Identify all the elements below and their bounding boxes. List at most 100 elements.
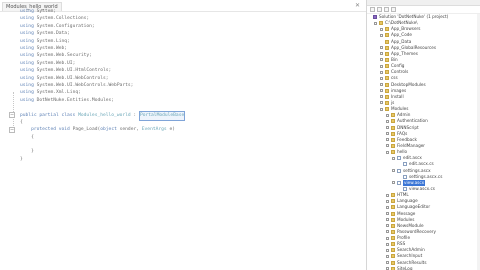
code-line[interactable]: } — [20, 156, 360, 163]
expand-icon[interactable] — [386, 205, 389, 209]
code-token: using — [20, 38, 34, 44]
folder-icon — [385, 27, 389, 32]
expand-icon[interactable] — [386, 218, 389, 222]
expand-icon[interactable] — [386, 138, 389, 142]
code-token: using — [20, 16, 34, 22]
collapse-toggle-icon[interactable]: − — [9, 112, 15, 119]
file-icon — [397, 156, 401, 161]
code-line[interactable]: using System.Linq; — [20, 38, 360, 45]
expand-icon[interactable] — [392, 181, 395, 185]
expand-icon[interactable] — [386, 144, 389, 148]
code-line[interactable]: using System.Data; — [20, 30, 360, 37]
expand-icon[interactable] — [386, 248, 389, 252]
code-line[interactable]: using System; — [20, 8, 360, 15]
expand-icon[interactable] — [386, 119, 389, 123]
code-line[interactable]: using System.Collections; — [20, 15, 360, 22]
refresh-icon[interactable] — [384, 7, 389, 12]
file-icon — [403, 174, 407, 179]
expand-icon[interactable] — [386, 150, 389, 154]
show-all-files-icon[interactable] — [377, 7, 382, 12]
code-token: EventArgs — [141, 127, 167, 133]
code-token: using — [20, 53, 34, 59]
folder-icon — [391, 260, 395, 265]
code-token: { — [31, 134, 34, 140]
expand-icon[interactable] — [386, 254, 389, 258]
code-line[interactable]: using System.Web; — [20, 45, 360, 52]
expand-icon[interactable] — [386, 212, 389, 215]
folder-icon — [391, 199, 395, 204]
code-token: using — [20, 68, 34, 74]
expand-icon[interactable] — [380, 101, 383, 105]
expand-icon[interactable] — [380, 76, 383, 80]
file-icon — [403, 186, 407, 191]
expand-icon[interactable] — [386, 113, 389, 117]
expand-icon[interactable] — [380, 33, 383, 37]
folder-icon — [385, 76, 389, 81]
code-token: using — [20, 82, 34, 88]
collapse-toggle-icon[interactable]: − — [9, 127, 15, 134]
expand-icon[interactable] — [386, 126, 389, 130]
code-line[interactable]: using System.Web.UI.WebControls.WebParts… — [20, 82, 360, 89]
code-line[interactable]: using System.Web.UI; — [20, 60, 360, 67]
folder-icon — [391, 236, 395, 241]
code-line[interactable]: using System.Configuration; — [20, 23, 360, 30]
folder-icon — [385, 51, 389, 56]
code-line[interactable] — [20, 104, 360, 111]
expand-icon[interactable] — [380, 95, 383, 99]
folder-icon — [391, 119, 395, 124]
code-line[interactable] — [20, 141, 360, 148]
code-token: e) — [166, 127, 175, 133]
folder-icon — [385, 82, 389, 87]
tree-item[interactable]: SiteLog — [367, 266, 480, 270]
expand-icon[interactable] — [386, 193, 389, 197]
expand-icon[interactable] — [386, 230, 389, 234]
solution-tree: Solution 'DotNetNuke' (1 project) C:\DotN… — [367, 14, 480, 270]
code-token: using — [20, 97, 34, 103]
code-line[interactable]: using System.Web.Security; — [20, 52, 360, 59]
code-token: using — [20, 9, 34, 14]
code-token: System.Linq; — [33, 38, 70, 44]
view-code-icon[interactable] — [391, 7, 396, 12]
code-text-area[interactable]: using System; using System.Collections; us… — [20, 8, 360, 163]
properties-icon[interactable] — [370, 7, 375, 12]
code-line[interactable]: public partial class Modules_hello_world… — [20, 111, 360, 121]
expand-icon[interactable] — [386, 199, 389, 203]
expand-icon[interactable] — [392, 156, 395, 160]
expand-icon[interactable] — [380, 52, 383, 56]
code-line[interactable]: protected void Page_Load(object sender, … — [20, 126, 360, 133]
expand-icon[interactable] — [380, 27, 383, 31]
code-token: System.Web.UI.WebControls.WebParts; — [33, 82, 134, 88]
expand-icon[interactable] — [380, 89, 383, 93]
code-line[interactable]: using DotNetNuke.Entities.Modules; — [20, 97, 360, 104]
expand-icon[interactable] — [386, 261, 389, 265]
expand-icon[interactable] — [380, 64, 383, 68]
code-token: using — [20, 90, 34, 96]
folder-icon — [385, 57, 389, 62]
expand-icon[interactable] — [386, 242, 389, 246]
code-line[interactable]: } — [20, 148, 360, 155]
code-line[interactable]: using System.Xml.Linq; — [20, 89, 360, 96]
folder-icon — [391, 229, 395, 234]
expand-icon[interactable] — [386, 224, 389, 228]
code-line[interactable]: using System.Web.UI.WebControls; — [20, 75, 360, 82]
expand-icon[interactable] — [380, 58, 383, 62]
code-line[interactable]: { — [20, 134, 360, 141]
expand-icon[interactable] — [386, 236, 389, 240]
folder-icon — [385, 70, 389, 75]
code-token: Page_Load( — [69, 127, 101, 133]
expand-icon[interactable] — [392, 169, 395, 173]
code-editor[interactable]: Modules_hello_world ✕ using System; using… — [0, 0, 366, 270]
code-token: object — [100, 127, 117, 133]
expand-icon[interactable] — [380, 46, 383, 50]
code-line[interactable]: { — [20, 119, 360, 126]
expand-icon[interactable] — [374, 21, 377, 25]
expand-icon[interactable] — [380, 83, 383, 87]
expand-icon[interactable] — [386, 132, 389, 136]
expand-icon[interactable] — [380, 70, 383, 74]
code-token: using — [20, 23, 34, 29]
code-line[interactable]: using System.Web.UI.HtmlControls; — [20, 67, 360, 74]
code-token: System.Web; — [33, 45, 68, 51]
expand-icon[interactable] — [380, 107, 383, 111]
code-token: } — [31, 149, 34, 155]
code-token: System.Collections; — [33, 16, 90, 22]
